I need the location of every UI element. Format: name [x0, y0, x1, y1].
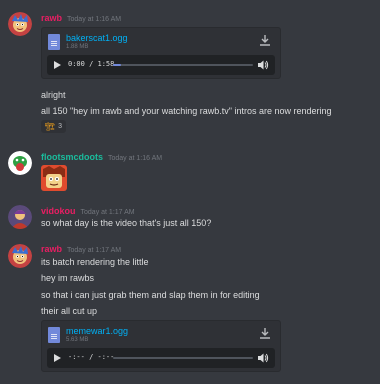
- audio-file-icon: [48, 327, 60, 343]
- message-text: so that i can just grab them and slap th…: [41, 290, 260, 300]
- username[interactable]: rawb: [41, 244, 62, 254]
- download-icon[interactable]: [258, 33, 272, 47]
- chat-messages: rawb Today at 1:16 AM bakerscat1.ogg 1.88…: [0, 0, 380, 384]
- audio-player: -:-- / -:--: [47, 348, 275, 368]
- timestamp: Today at 1:16 AM: [108, 155, 163, 162]
- audio-progress-fill: [113, 64, 122, 66]
- avatar[interactable]: [8, 205, 32, 229]
- message-text: so what day is the video that's just all…: [41, 218, 212, 228]
- attachment-size: 1.88 MB: [66, 44, 89, 50]
- audio-time: -:-- / -:--: [68, 353, 115, 361]
- volume-icon[interactable]: [257, 352, 269, 364]
- attachment-filename-link[interactable]: memewar1.ogg: [66, 326, 128, 336]
- audio-attachment: bakerscat1.ogg 1.88 MB 0:00 / 1:58: [41, 27, 281, 79]
- message-text: hey im rawbs: [41, 273, 95, 283]
- audio-progress-bar[interactable]: [113, 357, 253, 359]
- reaction-count: 3: [58, 123, 63, 130]
- timestamp: Today at 1:17 AM: [67, 247, 122, 254]
- message-header: rawb Today at 1:17 AM: [41, 244, 121, 254]
- audio-attachment: memewar1.ogg 5.63 MB -:-- / -:--: [41, 320, 281, 372]
- message-text: their all cut up: [41, 306, 98, 316]
- crane-emoji-icon: 🏗: [45, 122, 56, 131]
- username[interactable]: vidokou: [41, 206, 76, 216]
- message-text: alright: [41, 90, 66, 100]
- message-text: its batch rendering the little: [41, 257, 149, 267]
- timestamp: Today at 1:16 AM: [67, 16, 122, 23]
- timestamp: Today at 1:17 AM: [80, 209, 135, 216]
- message-text: all 150 "hey im rawb and your watching r…: [41, 106, 332, 116]
- audio-player: 0:00 / 1:58: [47, 55, 275, 75]
- avatar[interactable]: [8, 244, 32, 268]
- download-icon[interactable]: [258, 326, 272, 340]
- sticker-image: [41, 165, 67, 191]
- audio-time: 0:00 / 1:58: [68, 60, 115, 68]
- avatar[interactable]: [8, 151, 32, 175]
- attachment-filename-link[interactable]: bakerscat1.ogg: [66, 33, 128, 43]
- username[interactable]: rawb: [41, 13, 62, 23]
- reaction-badge[interactable]: 🏗 3: [41, 120, 67, 133]
- username[interactable]: flootsmcdoots: [41, 152, 103, 162]
- message-header: vidokou Today at 1:17 AM: [41, 206, 135, 216]
- audio-file-icon: [48, 34, 60, 50]
- audio-progress-bar[interactable]: [113, 64, 253, 66]
- message-header: rawb Today at 1:16 AM: [41, 13, 121, 23]
- volume-icon[interactable]: [257, 59, 269, 71]
- play-icon[interactable]: [54, 354, 61, 362]
- attachment-size: 5.63 MB: [66, 337, 89, 343]
- avatar[interactable]: [8, 12, 32, 36]
- message-header: flootsmcdoots Today at 1:16 AM: [41, 152, 162, 162]
- play-icon[interactable]: [54, 61, 61, 69]
